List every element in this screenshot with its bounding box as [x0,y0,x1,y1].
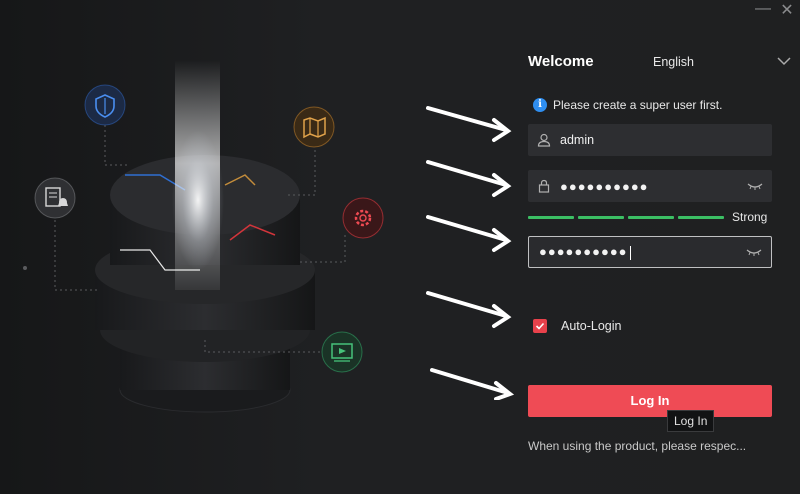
chevron-down-icon[interactable] [776,54,792,68]
strength-segment [678,215,724,219]
eye-closed-icon[interactable] [738,170,772,202]
password-strength-meter: Strong [528,210,767,224]
super-user-notice: i Please create a super user first. [533,98,722,112]
annotation-arrows [426,106,515,400]
notice-text: Please create a super user first. [553,98,723,112]
auto-login-checkbox[interactable] [533,319,547,333]
auto-login-label: Auto-Login [561,319,622,333]
login-button[interactable]: Log In [528,385,772,417]
info-icon: i [533,98,547,112]
close-button[interactable]: ✕ [776,0,798,22]
confirm-password-value: ●●●●●●●●●● [539,244,737,260]
auto-login-option[interactable]: Auto-Login [533,319,621,333]
gear-icon [342,197,384,239]
strength-label: Strong [732,210,768,224]
page-title: Welcome [528,53,594,70]
login-window: — ✕ Welcome English i Please create a su… [0,0,800,494]
document-bell-icon [34,177,76,219]
strength-segment [578,215,624,219]
footer-text[interactable]: When using the product, please respec... [528,439,746,453]
video-icon [321,331,363,373]
language-selector-label[interactable]: English [653,55,694,69]
strength-segment [528,215,574,219]
hero-illustration [23,60,384,413]
map-icon [293,106,335,148]
shield-icon [84,84,126,126]
user-icon [528,124,560,156]
strength-segment [628,215,674,219]
confirm-password-field[interactable]: ●●●●●●●●●● [528,236,772,268]
username-field[interactable]: admin [528,124,772,156]
password-field[interactable]: ●●●●●●●●●● [528,170,772,202]
login-tooltip: Log In [667,410,715,432]
eye-closed-icon[interactable] [737,237,771,267]
lock-icon [528,170,560,202]
username-value: admin [560,133,595,147]
minimize-button[interactable]: — [752,0,774,20]
password-value: ●●●●●●●●●● [560,178,649,194]
